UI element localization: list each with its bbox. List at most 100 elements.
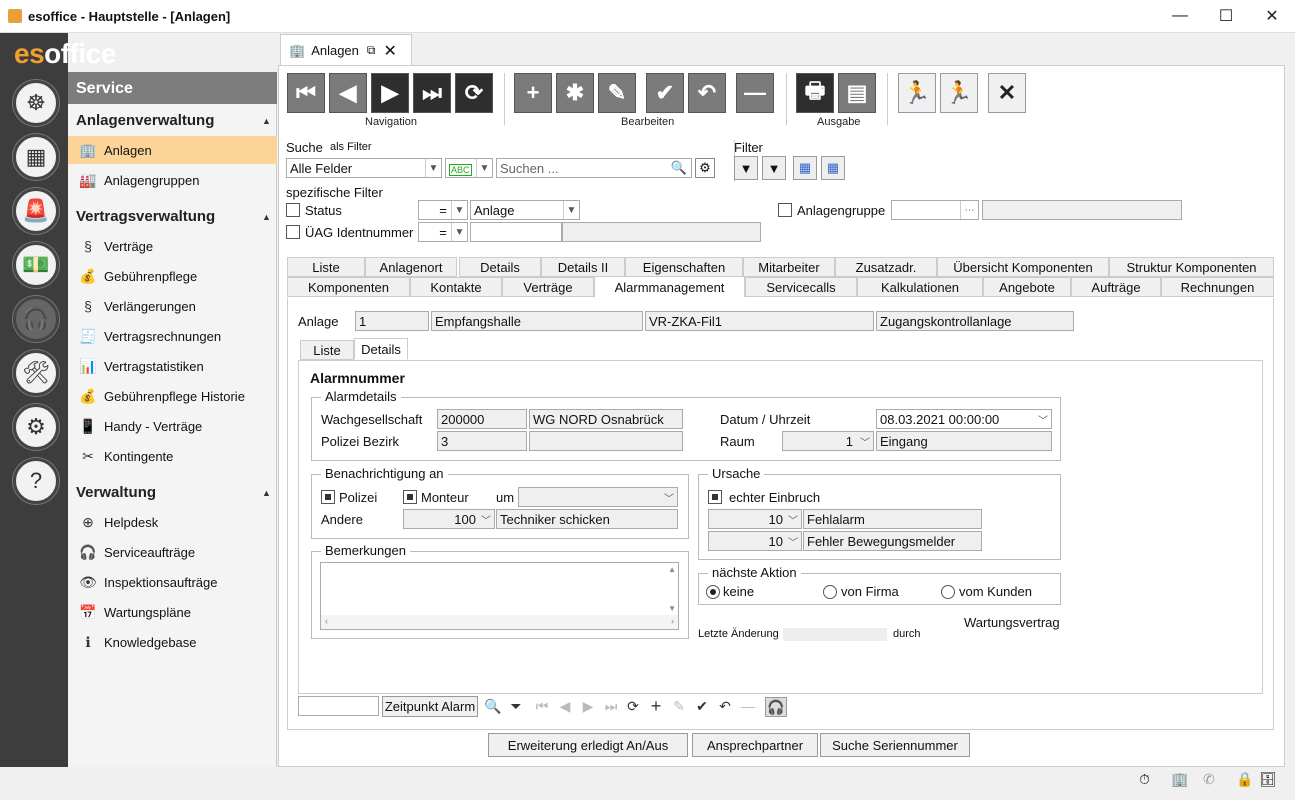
andere-nr[interactable]: 100 ﹀ — [403, 509, 495, 529]
monteur-checkbox[interactable] — [403, 490, 417, 504]
collapse-icon[interactable]: ▲ — [262, 488, 271, 498]
bottom-search-input[interactable] — [298, 696, 379, 716]
sidebar-item-verlaengerungen[interactable]: § Verlängerungen — [68, 292, 277, 320]
add-icon[interactable]: + — [647, 696, 665, 716]
tab-anlagenort[interactable]: Anlagenort — [365, 257, 457, 277]
save-button[interactable]: ✔ — [646, 73, 684, 113]
tab-details-ii[interactable]: Details II — [541, 257, 625, 277]
tab-liste[interactable]: Liste — [287, 257, 365, 277]
undo-button[interactable]: ↶ — [688, 73, 726, 113]
remove-icon[interactable]: — — [739, 697, 757, 715]
filter-icon[interactable]: ▼ — [734, 156, 758, 180]
popout-icon[interactable]: ⧉ — [367, 43, 376, 58]
filter-grid-alt-icon[interactable]: ▦ — [821, 156, 845, 180]
sidebar-item-vertraege[interactable]: § Verträge — [68, 232, 277, 260]
sidebar-item-knowledgebase[interactable]: ℹ Knowledgebase — [68, 628, 277, 656]
prev-icon[interactable]: ◀ — [556, 697, 574, 715]
suche-seriennummer-button[interactable]: Suche Seriennummer — [820, 733, 970, 757]
sidebar-item-kontingente[interactable]: ✂ Kontingente — [68, 442, 277, 470]
minimize-button[interactable]: — — [1157, 0, 1203, 32]
first-record-button[interactable]: ⏮ — [287, 73, 325, 113]
next-icon[interactable]: ▶ — [579, 697, 597, 715]
search-mode-select[interactable]: ABC ▼ — [445, 158, 493, 178]
datum-input[interactable]: 08.03.2021 00:00:00 ﹀ — [876, 409, 1052, 429]
erweiterung-button[interactable]: Erweiterung erledigt An/Aus — [488, 733, 688, 757]
print-button[interactable]: 🖶 — [796, 73, 834, 113]
refresh-button[interactable]: ⟳ — [455, 73, 493, 113]
um-select[interactable]: ﹀ — [518, 487, 678, 507]
tab-servicecalls[interactable]: Servicecalls — [745, 277, 857, 297]
sidebar-item-vertragsrechnungen[interactable]: 🧾 Vertragsrechnungen — [68, 322, 277, 350]
copy-button[interactable]: ✱ — [556, 73, 594, 113]
sidebar-item-inspektionsauftraege[interactable]: 👁 Inspektionsaufträge — [68, 568, 277, 596]
document-tab-anlagen[interactable]: 🏢 Anlagen ⧉ ✕ — [280, 34, 412, 66]
money-icon[interactable]: 💵 — [13, 242, 59, 288]
refresh-icon[interactable]: ⟳ — [624, 697, 642, 715]
radio-keine[interactable] — [706, 585, 720, 599]
headset-module-icon[interactable]: 🎧 — [13, 296, 59, 342]
search-icon[interactable]: 🔍 — [484, 697, 502, 715]
sidebar-item-anlagengruppen[interactable]: 🏭 Anlagengruppen — [68, 166, 277, 194]
helm-icon[interactable]: ☸ — [13, 80, 59, 126]
last-icon[interactable]: ⏭ — [602, 697, 620, 715]
edit-icon[interactable]: ✎ — [670, 697, 688, 715]
sidebar-item-helpdesk[interactable]: ⊕ Helpdesk — [68, 508, 277, 536]
group-verwaltung[interactable]: Verwaltung — [76, 484, 156, 501]
sidebar-item-serviceauftraege[interactable]: 🎧 Serviceaufträge — [68, 538, 277, 566]
add-button[interactable]: + — [514, 73, 552, 113]
tab-übersicht-komponenten[interactable]: Übersicht Komponenten — [937, 257, 1109, 277]
tab-kalkulationen[interactable]: Kalkulationen — [857, 277, 983, 297]
einbruch-checkbox[interactable] — [708, 490, 722, 504]
tab-eigenschaften[interactable]: Eigenschaften — [625, 257, 743, 277]
gears-icon[interactable]: ⚙ — [13, 404, 59, 450]
close-record-button[interactable]: ✕ — [988, 73, 1026, 113]
tab-angebote[interactable]: Angebote — [983, 277, 1071, 297]
ursache1-nr[interactable]: 10 ﹀ — [708, 509, 802, 529]
help-icon[interactable]: ? — [13, 458, 59, 504]
action-run-button[interactable]: 🏃 — [898, 73, 936, 113]
tab-zusatzadr-[interactable]: Zusatzadr. — [835, 257, 937, 277]
tab-verträge[interactable]: Verträge — [502, 277, 594, 297]
close-tab-icon[interactable]: ✕ — [383, 41, 396, 61]
radio-von-firma[interactable] — [823, 585, 837, 599]
tools-module-icon[interactable]: 🛠 — [13, 350, 59, 396]
status-value-select[interactable]: Anlage ▼ — [470, 200, 580, 220]
search-settings-icon[interactable]: ⚙ — [695, 158, 715, 178]
plan-icon[interactable]: ▦ — [13, 134, 59, 180]
sidebar-item-gebuehrenpflege-historie[interactable]: 💰 Gebührenpflege Historie — [68, 382, 277, 410]
tab-aufträge[interactable]: Aufträge — [1071, 277, 1161, 297]
sidebar-item-vertragstatistiken[interactable]: 📊 Vertragstatistiken — [68, 352, 277, 380]
search-input[interactable]: Suchen ... 🔍 — [496, 158, 692, 178]
tab-rechnungen[interactable]: Rechnungen — [1161, 277, 1274, 297]
subtab-details[interactable]: Details — [354, 338, 408, 360]
first-icon[interactable]: ⏮ — [533, 697, 551, 715]
search-field-select[interactable]: Alle Felder ▼ — [286, 158, 442, 178]
last-record-button[interactable]: ⏭ — [413, 73, 451, 113]
filter-icon[interactable]: ⏷ — [507, 697, 525, 715]
polizei-checkbox[interactable] — [321, 490, 335, 504]
group-anlagenverwaltung[interactable]: Anlagenverwaltung — [76, 112, 214, 129]
ursache2-nr[interactable]: 10 ﹀ — [708, 531, 802, 551]
action-run-fast-button[interactable]: 🏃 — [940, 73, 978, 113]
tab-alarmmanagement[interactable]: Alarmmanagement — [594, 276, 745, 298]
save-icon[interactable]: ✔ — [693, 697, 711, 715]
stopwatch-icon[interactable]: ⏱ — [1139, 771, 1150, 788]
export-button[interactable]: ▤ — [838, 73, 876, 113]
anlagengruppe-input[interactable]: ⋯ — [891, 200, 979, 220]
prev-record-button[interactable]: ◀ — [329, 73, 367, 113]
sidebar-item-wartungsplaene[interactable]: 📅 Wartungspläne — [68, 598, 277, 626]
subtab-liste[interactable]: Liste — [300, 340, 354, 360]
phone-status-icon[interactable]: ✆ — [1203, 771, 1215, 788]
tab-struktur-komponenten[interactable]: Struktur Komponenten — [1109, 257, 1274, 277]
database-icon[interactable]: 🗄 — [1259, 771, 1277, 788]
anlagengruppe-checkbox[interactable] — [778, 203, 792, 217]
radio-vom-kunden[interactable] — [941, 585, 955, 599]
zeitpunkt-alarm-button[interactable]: Zeitpunkt Alarm — [382, 696, 478, 717]
collapse-icon[interactable]: ▲ — [262, 116, 271, 126]
bemerkungen-textarea[interactable]: ▲ ▼ ‹ › — [320, 562, 679, 630]
tab-mitarbeiter[interactable]: Mitarbeiter — [743, 257, 835, 277]
next-record-button[interactable]: ▶ — [371, 73, 409, 113]
headset-icon[interactable]: 🎧 — [765, 697, 787, 717]
building-status-icon[interactable]: 🏢 — [1171, 771, 1188, 788]
tab-details[interactable]: Details — [459, 257, 541, 277]
